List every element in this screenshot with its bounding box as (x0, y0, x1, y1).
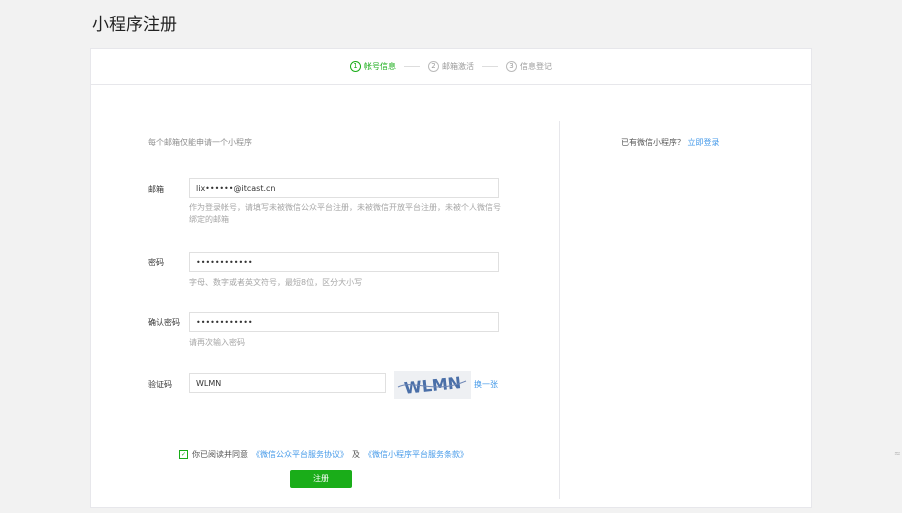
step-indicator: 1 帐号信息 2 邮箱激活 3 信息登记 (91, 49, 811, 85)
step-1: 1 帐号信息 (350, 61, 396, 72)
step-1-number: 1 (350, 61, 361, 72)
captcha-glyphs: WLMN (397, 373, 467, 398)
password-label: 密码 (148, 258, 164, 267)
agree-checkbox[interactable]: ✓ (179, 450, 188, 459)
agreement-row: ✓ 你已阅读并同意 《微信公众平台服务协议》 及 《微信小程序平台服务条款》 (179, 449, 468, 460)
agree-and: 及 (352, 450, 360, 459)
form-tip: 每个邮箱仅能申请一个小程序 (148, 138, 252, 147)
step-1-label: 帐号信息 (364, 62, 396, 71)
step-2: 2 邮箱激活 (428, 61, 474, 72)
captcha-label: 验证码 (148, 380, 172, 389)
password-input[interactable]: •••••••••••• (189, 252, 499, 272)
email-label: 邮箱 (148, 185, 164, 194)
page-title: 小程序注册 (92, 15, 177, 35)
register-button[interactable]: 注册 (290, 470, 352, 488)
step-separator (404, 66, 420, 67)
step-3-number: 3 (506, 61, 517, 72)
captcha-image[interactable]: WLMN (394, 371, 471, 399)
email-hint: 作为登录帐号，请填写未被微信公众平台注册，未被微信开放平台注册，未被个人微信号绑… (189, 203, 501, 224)
login-tip-text: 已有微信小程序？ (621, 138, 685, 147)
registration-card: 1 帐号信息 2 邮箱激活 3 信息登记 每个邮箱仅能申请一个小程序 已有微信小… (90, 48, 812, 508)
confirm-password-label: 确认密码 (148, 318, 180, 327)
login-link[interactable]: 立即登录 (688, 138, 720, 147)
email-input[interactable]: lix••••••@itcast.cn (189, 178, 499, 198)
captcha-input[interactable]: WLMN (189, 373, 386, 393)
login-tip: 已有微信小程序？ 立即登录 (621, 137, 720, 148)
change-captcha-link[interactable]: 换一张 (474, 379, 498, 390)
agree-prefix: 你已阅读并同意 (192, 450, 248, 459)
side-mark: ≈ (894, 449, 901, 458)
service-agreement-link[interactable]: 《微信公众平台服务协议》 (252, 449, 348, 460)
confirm-password-hint: 请再次输入密码 (189, 338, 245, 347)
step-3: 3 信息登记 (506, 61, 552, 72)
vertical-divider (559, 121, 560, 499)
platform-terms-link[interactable]: 《微信小程序平台服务条款》 (364, 449, 468, 460)
step-separator (482, 66, 498, 67)
step-3-label: 信息登记 (520, 62, 552, 71)
confirm-password-input[interactable]: •••••••••••• (189, 312, 499, 332)
step-2-number: 2 (428, 61, 439, 72)
password-hint: 字母、数字或者英文符号，最短8位，区分大小写 (189, 278, 363, 287)
step-2-label: 邮箱激活 (442, 62, 474, 71)
